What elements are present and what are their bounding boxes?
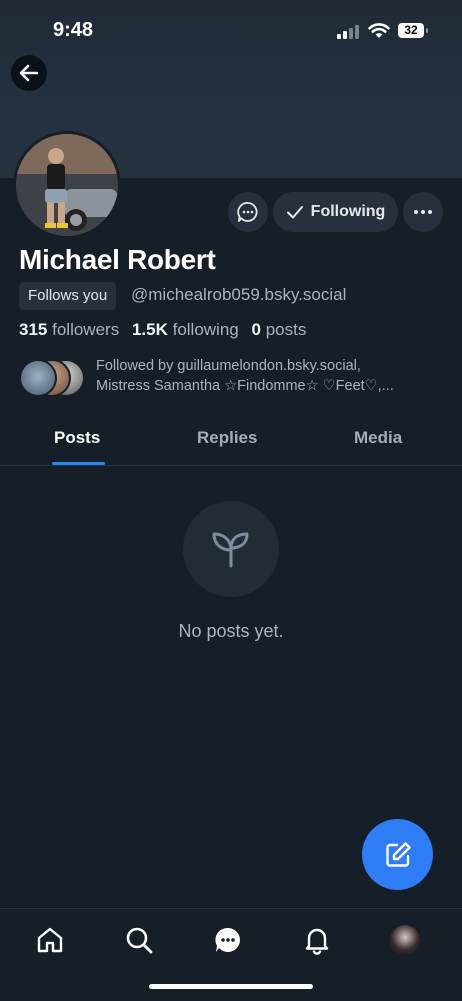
followed-by-line: Followed by guillaumelondon.bsky.social, [96,358,361,374]
known-follower-avatar [19,359,57,397]
profile-handle: @michealrob059.bsky.social [131,285,347,304]
message-button[interactable] [228,192,268,232]
profile-stats: 315 followers 1.5K following 0 posts [19,320,306,340]
following-button-label: Following [310,203,386,220]
wifi-icon [368,23,390,38]
following-count: 1.5K [131,320,168,339]
following-label: following [172,320,239,339]
nav-profile[interactable] [388,923,422,957]
profile-tabs: Posts Replies Media [0,418,462,466]
posts-count: 0 [251,320,261,339]
cellular-signal-icon [337,25,361,39]
followers-link[interactable]: 315 followers [19,320,119,339]
nav-search[interactable] [122,923,156,957]
empty-state-text: No posts yet. [178,621,284,641]
profile-avatar[interactable] [13,131,121,239]
home-icon [37,927,63,953]
status-time: 9:48 [53,19,94,41]
arrow-left-icon [19,64,39,82]
more-options-button[interactable] [403,192,443,232]
follows-you-badge: Follows you [19,282,117,310]
checkmark-icon [286,206,303,219]
battery-indicator: 32 [398,23,428,38]
known-followers-avatars[interactable] [19,359,89,397]
tab-posts[interactable]: Posts [54,428,100,448]
empty-state-icon-circle [183,501,279,597]
posts-label: posts [265,320,307,339]
back-button[interactable] [11,55,47,91]
profile-name: Michael Robert [19,244,216,275]
nav-home[interactable] [33,923,67,957]
tab-media[interactable]: Media [354,428,402,448]
more-horizontal-icon [414,210,432,214]
followers-count: 315 [19,320,48,339]
status-bar: 9:48 32 [0,0,462,60]
compose-post-button[interactable] [362,819,433,890]
followed-by-text[interactable]: Followed by guillaumelondon.bsky.social,… [96,356,446,396]
followed-by-line: Mistress Samantha ☆Findomme☆ ♡Feet♡,... [96,378,394,394]
chat-icon [215,927,240,952]
following-link[interactable]: 1.5K following [132,320,239,339]
active-tab-indicator [52,462,105,465]
compose-icon [385,841,411,867]
nav-notifications[interactable] [300,923,334,957]
followers-label: followers [52,320,120,339]
nav-chat[interactable] [211,923,245,957]
chat-bubble-icon [237,202,258,222]
tab-replies[interactable]: Replies [197,428,257,448]
profile-avatar-icon [390,925,420,955]
avatar-photo [16,134,118,236]
posts-stat: 0 posts [251,320,306,339]
following-button[interactable]: Following [273,192,398,232]
home-indicator [149,984,313,989]
sprout-icon [212,532,249,568]
search-icon [126,927,153,954]
bell-icon [305,928,329,955]
